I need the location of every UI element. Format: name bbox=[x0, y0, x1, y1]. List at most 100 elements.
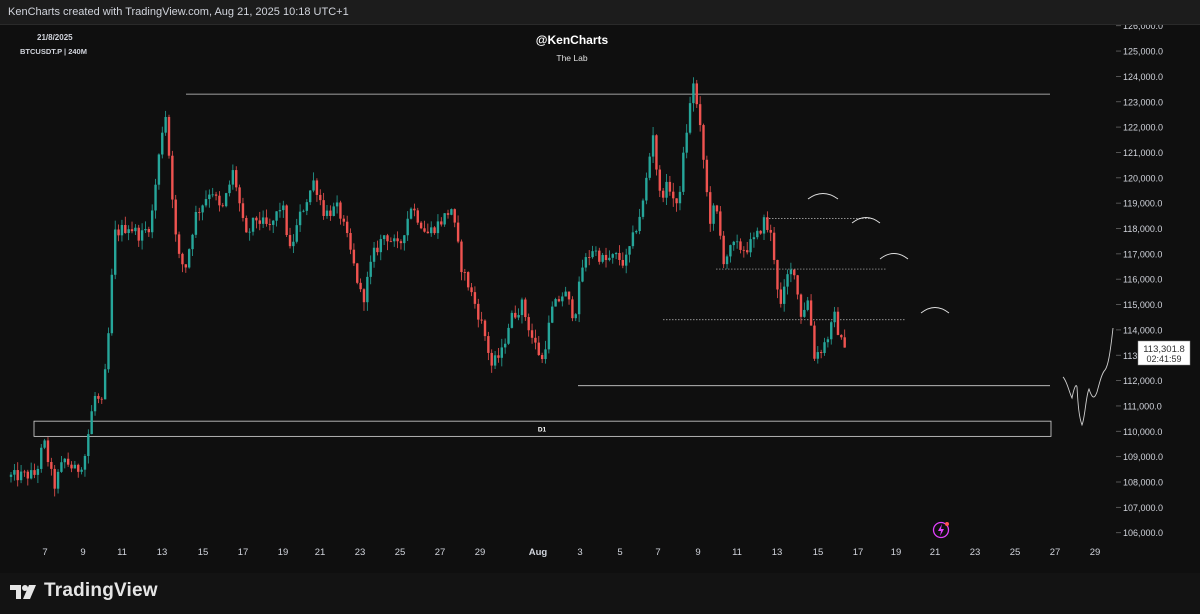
price-axis-label: 107,000.0 bbox=[1123, 503, 1163, 513]
candle-body bbox=[685, 132, 688, 153]
chart-area[interactable]: D1 106,000.0 107,000.0 108,000.0 109,000.0 1… bbox=[0, 25, 1200, 573]
candle-body bbox=[396, 238, 399, 242]
time-axis-label: 15 bbox=[813, 547, 824, 558]
candle-body bbox=[584, 257, 588, 268]
candle-body bbox=[292, 241, 295, 247]
candle-body bbox=[709, 192, 712, 224]
lightning-icon[interactable] bbox=[932, 521, 950, 539]
price-axis-label: 108,000.0 bbox=[1123, 478, 1163, 488]
candle-body bbox=[809, 300, 813, 326]
time-axis-label: 9 bbox=[80, 547, 85, 558]
candle-body bbox=[793, 269, 796, 276]
candle-body bbox=[80, 469, 83, 472]
candle-body bbox=[77, 464, 80, 472]
candle-body bbox=[510, 312, 514, 328]
candle-body bbox=[816, 352, 819, 359]
candle-body bbox=[60, 462, 63, 472]
candle-body bbox=[443, 213, 446, 225]
time-axis-label: 13 bbox=[157, 547, 168, 558]
candle-body bbox=[265, 217, 268, 224]
candle-body bbox=[813, 325, 816, 359]
candle-body bbox=[218, 195, 221, 206]
candle-body bbox=[379, 239, 382, 253]
candle-body bbox=[635, 231, 638, 233]
candle-body bbox=[255, 217, 258, 221]
candle-body bbox=[819, 352, 823, 354]
price-axis[interactable]: 106,000.0 107,000.0 108,000.0 109,000.0 110,… bbox=[1116, 25, 1200, 573]
candle-body bbox=[769, 229, 772, 233]
candle-body bbox=[261, 217, 265, 224]
candle-body bbox=[382, 235, 386, 240]
candle-body bbox=[608, 257, 611, 261]
candle-body bbox=[352, 249, 356, 264]
candle-body bbox=[638, 216, 641, 232]
candle-body bbox=[514, 312, 517, 318]
candle-body bbox=[665, 181, 668, 198]
candle-body bbox=[73, 464, 77, 469]
candle-body bbox=[672, 191, 675, 199]
countdown-value: 02:41:59 bbox=[1146, 354, 1181, 364]
candle-body bbox=[698, 104, 702, 126]
candle-body bbox=[184, 264, 188, 268]
tradingview-logo-icon bbox=[10, 585, 36, 599]
candle-body bbox=[53, 468, 56, 489]
candle-body bbox=[688, 103, 692, 133]
time-axis-label: 17 bbox=[238, 547, 249, 558]
candle-body bbox=[756, 230, 759, 238]
time-axis-label: 15 bbox=[198, 547, 209, 558]
candle-body bbox=[551, 306, 554, 323]
candle-body bbox=[19, 471, 23, 481]
candle-body bbox=[732, 241, 735, 246]
candle-body bbox=[150, 210, 154, 233]
candle-body bbox=[198, 211, 201, 213]
candle-body bbox=[524, 299, 527, 318]
candle-body bbox=[806, 300, 809, 310]
time-axis-label: 21 bbox=[930, 547, 941, 558]
time-axis-label: 17 bbox=[853, 547, 864, 558]
candle-body bbox=[598, 250, 601, 262]
candle-body bbox=[772, 232, 776, 260]
time-axis-label: 23 bbox=[355, 547, 366, 558]
tradingview-logo[interactable]: TradingView bbox=[10, 580, 158, 602]
candle-body bbox=[419, 222, 423, 229]
price-axis-label: 106,000.0 bbox=[1123, 528, 1163, 538]
candle-body bbox=[725, 256, 729, 265]
price-axis-label: 120,000.0 bbox=[1123, 173, 1163, 183]
candle-body bbox=[786, 274, 789, 287]
candle-body bbox=[278, 210, 282, 212]
candle-body bbox=[245, 217, 248, 233]
price-axis-label: 115,000.0 bbox=[1123, 300, 1162, 310]
candle-body bbox=[66, 458, 70, 465]
candle-body bbox=[329, 210, 332, 216]
time-axis[interactable]: 7 9 11 13 15 17 19 21 23 25 27 29 Aug 3 5 7 9 11 13 15 17 19 2… bbox=[42, 547, 1100, 558]
candle-body bbox=[214, 194, 218, 196]
candle-body bbox=[157, 154, 161, 185]
candle-body bbox=[332, 206, 335, 216]
candle-body bbox=[779, 289, 783, 304]
candle-body bbox=[312, 180, 315, 191]
candle-body bbox=[211, 194, 214, 196]
price-axis-label: 123,000.0 bbox=[1123, 97, 1163, 107]
candle-body bbox=[83, 456, 87, 470]
candle-body bbox=[228, 184, 231, 194]
price-axis-label: 125,000.0 bbox=[1123, 47, 1163, 57]
candle-body bbox=[319, 194, 322, 201]
price-axis-label: 114,000.0 bbox=[1123, 325, 1162, 335]
candle-body bbox=[746, 250, 749, 253]
candles-layer bbox=[9, 77, 846, 497]
candle-body bbox=[692, 83, 695, 104]
candle-body bbox=[359, 282, 362, 290]
candle-body bbox=[305, 202, 309, 211]
candle-body bbox=[201, 205, 204, 213]
chart-symbol: BTCUSDT.P | 240M bbox=[20, 47, 87, 56]
candle-body bbox=[403, 235, 406, 244]
candle-body bbox=[40, 447, 43, 469]
price-chart[interactable]: D1 106,000.0107,000.0108,000.0109,000.01… bbox=[0, 25, 1200, 573]
candle-body bbox=[493, 355, 497, 366]
candle-body bbox=[537, 342, 540, 356]
candle-body bbox=[655, 135, 658, 170]
candle-body bbox=[248, 231, 251, 233]
candle-body bbox=[416, 210, 419, 223]
candle-body bbox=[137, 227, 140, 241]
candle-body bbox=[735, 241, 739, 243]
